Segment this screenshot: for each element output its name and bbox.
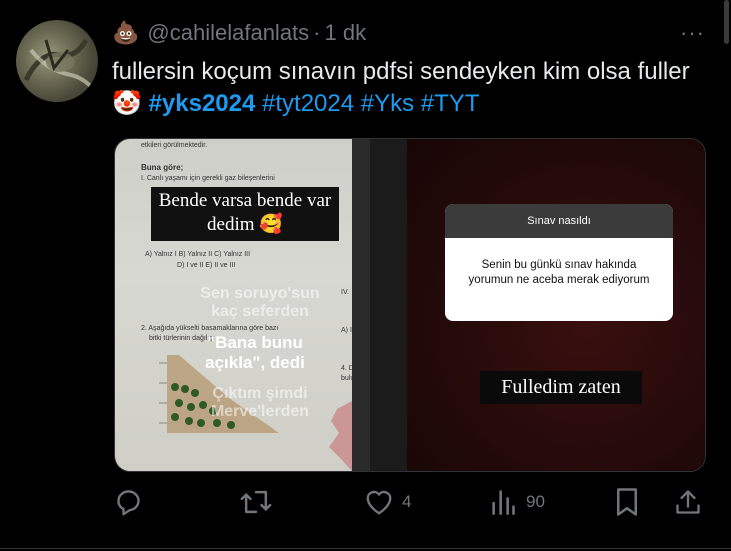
like-count: 4 [402, 492, 412, 511]
bookmark-button[interactable] [614, 484, 640, 520]
exam-line: A) I [341, 327, 352, 334]
author-handle[interactable]: @cahilelafanlats [147, 20, 309, 46]
hashtag-yks2024[interactable]: #yks2024 [149, 90, 256, 117]
divider [0, 548, 731, 549]
exam-line: 2. Aşağıda yükselti basamaklarına göre b… [141, 325, 279, 332]
exam-line: Buna göre; [141, 163, 184, 172]
lyric-faded-3: Çıktım şimdi [212, 385, 308, 402]
question-title: Sınav nasıldı [445, 204, 673, 238]
scrollbar[interactable] [724, 0, 729, 44]
media-right-panel[interactable]: Sınav nasıldı Senin bu günkü sınav hakın… [407, 139, 705, 471]
caption-line-2: dedim 🥰 [207, 214, 283, 235]
exam-line: A) Yalnız I B) Yalnız II C) Yalnız III [145, 251, 251, 258]
author-name-emoji[interactable]: 💩 [112, 20, 139, 46]
hashtag-tyt2024[interactable]: #tyt2024 [262, 90, 354, 117]
timestamp[interactable]: 1 dk [325, 20, 367, 46]
lyric-faded-2: kaç seferden [211, 303, 309, 320]
reply-caption: Fulledim zaten [480, 371, 642, 404]
avatar[interactable] [16, 20, 98, 102]
share-button[interactable] [674, 484, 702, 520]
tweet-text: fullersin koçum sınavın pdfsi sendeyken … [112, 56, 712, 120]
reply-icon [117, 490, 140, 516]
heart-icon [366, 490, 392, 515]
like-button[interactable]: 4 [364, 484, 411, 520]
views-count: 90 [526, 492, 545, 511]
retweet-button[interactable] [240, 484, 272, 520]
share-icon [676, 490, 700, 514]
question-answer: Senin bu günkü sınav hakında yorumun ne … [445, 238, 673, 288]
lyric-current-1: "Bana bunu [207, 333, 303, 352]
answer-line-1: Senin bu günkü sınav hakında [481, 259, 637, 271]
exam-line: I. Canlı yaşamı için gerekli gaz bileşen… [141, 175, 275, 182]
tweet-media[interactable]: etkileri görülmektedir. Buna göre; I. Ca… [114, 138, 706, 472]
views-button[interactable]: 90 [490, 484, 545, 520]
separator-dot: · [313, 20, 321, 45]
exam-line: etkileri görülmektedir. [141, 142, 208, 149]
lyric-faded-4: Merve'lerden [210, 403, 310, 420]
reply-button[interactable] [116, 484, 146, 520]
bookmark-icon [617, 488, 637, 516]
more-options-icon[interactable]: ··· [680, 20, 705, 46]
exam-line: D) I ve II E) II ve III [177, 262, 236, 269]
caption-line-1: Bende varsa bende var [158, 190, 332, 211]
clown-emoji: 🤡 [112, 90, 142, 117]
story-caption: Bende varsa bende var dedim 🥰 [151, 187, 339, 241]
lyric-current-2: açıkla", dedi [205, 353, 305, 372]
action-bar: 4 90 [114, 484, 706, 520]
media-divider [352, 139, 407, 471]
question-sticker: Sınav nasıldı Senin bu günkü sınav hakın… [445, 204, 673, 321]
tweet-header: 💩 @cahilelafanlats · 1 dk [112, 18, 366, 48]
retweet-icon [240, 490, 272, 514]
views-icon [492, 490, 515, 515]
hashtag-yks[interactable]: #Yks [361, 90, 414, 117]
hashtag-tyt[interactable]: #TYT [421, 90, 480, 117]
answer-line-2: yorumun ne aceba merak ediyorum [468, 274, 650, 286]
exam-line: IV. [341, 289, 349, 296]
tweet-body: fullersin koçum sınavın pdfsi sendeyken … [112, 58, 690, 85]
media-left-panel[interactable]: etkileri görülmektedir. Buna göre; I. Ca… [115, 139, 362, 471]
lyric-faded-1: Sen soruyo'sun [200, 285, 320, 302]
